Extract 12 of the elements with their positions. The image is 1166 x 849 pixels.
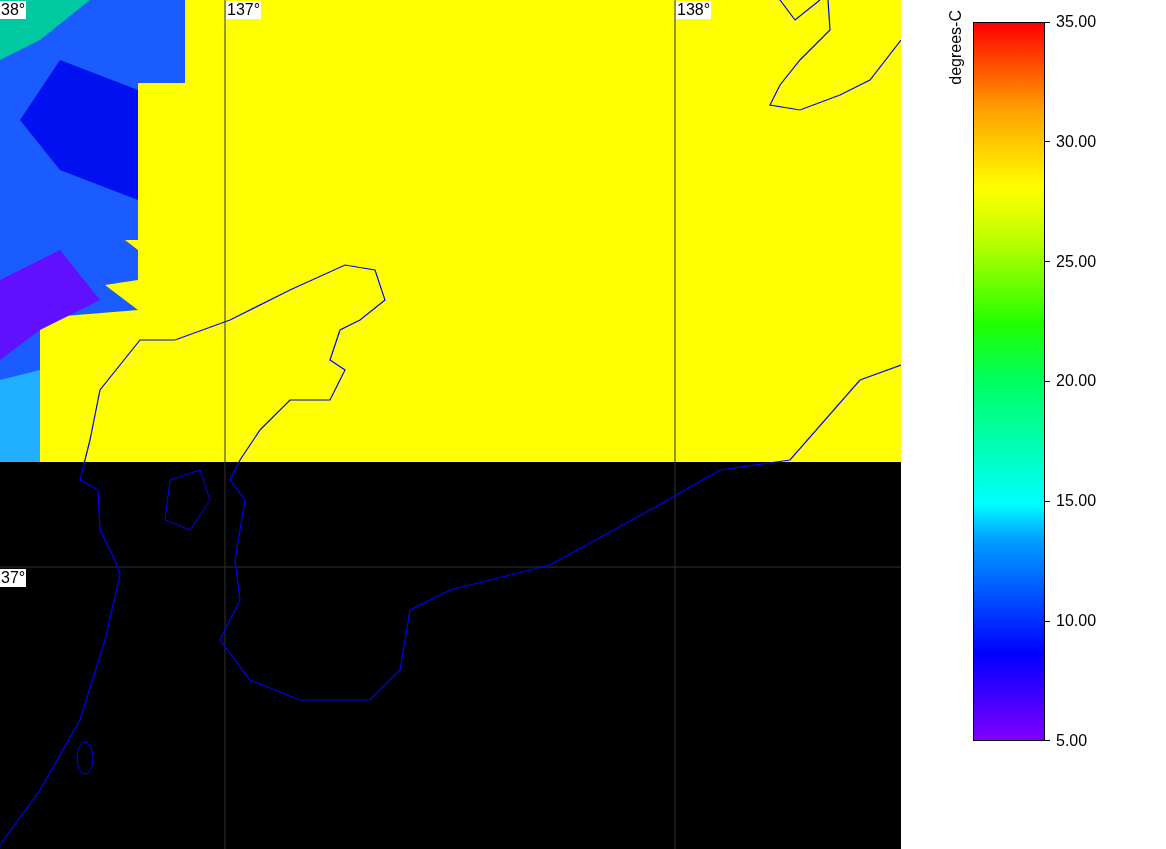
longitude-label: 137° [226, 1, 262, 19]
scale-tick-label: 30.00 [1056, 132, 1097, 151]
scale-tick-label: 15.00 [1056, 492, 1097, 511]
longitude-label: 138° [676, 1, 712, 19]
scale-tick-label: 20.00 [1056, 372, 1097, 391]
latitude-label: 38° [0, 1, 27, 19]
scale-tick-label: 10.00 [1056, 612, 1097, 631]
scale-tick-label: 35.00 [1056, 13, 1097, 31]
latitude-label: 37° [0, 569, 27, 587]
scale-tick-label: 5.00 [1056, 731, 1088, 750]
scale-tick-label: 25.00 [1056, 252, 1097, 271]
unit-label: degrees-C [947, 10, 965, 85]
